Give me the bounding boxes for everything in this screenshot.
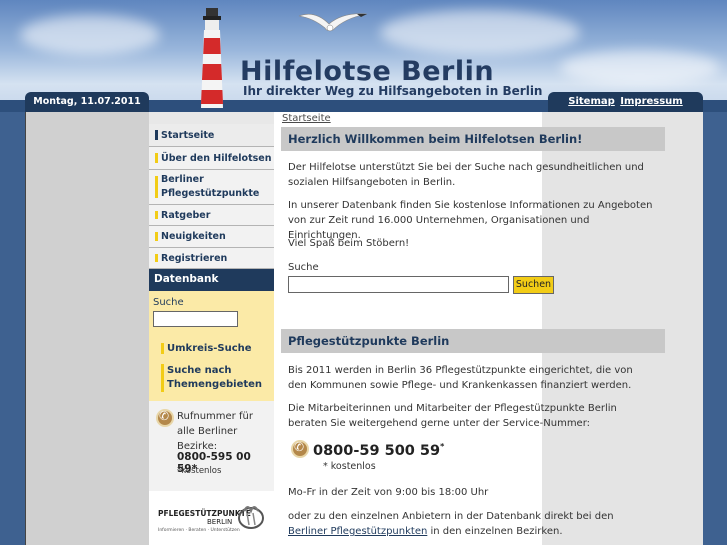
pflege-heading: Pflegestützpunkte Berlin: [281, 329, 665, 353]
nav-item-ratgeber[interactable]: Ratgeber: [149, 205, 274, 226]
phone-icon: [156, 409, 174, 427]
impressum-link[interactable]: Impressum: [620, 96, 682, 107]
themen-search-link[interactable]: Suche nach Themengebieten: [161, 364, 262, 392]
pflege-paragraph: Bis 2011 werden in Berlin 36 Pflegestütz…: [288, 365, 633, 391]
providers-text-end: in den einzelnen Bezirken.: [427, 526, 563, 537]
sitemap-link[interactable]: Sitemap: [568, 96, 615, 107]
umkreis-search-link[interactable]: Umkreis-Suche: [161, 343, 252, 354]
nav-item-startseite[interactable]: Startseite: [149, 124, 274, 147]
database-heading: Datenbank: [149, 269, 274, 291]
page-margin-right: [703, 112, 727, 545]
left-spacer-column: [26, 112, 149, 545]
pflegestuetzpunkte-link[interactable]: Berliner Pflegestützpunkten: [288, 526, 427, 537]
nav-item-registrieren[interactable]: Registrieren: [149, 248, 274, 269]
site-header: Hilfelotse Berlin Ihr direkter Weg zu Hi…: [0, 0, 727, 112]
service-phone-digits: 0800-59 500 59: [313, 443, 441, 459]
cloud: [560, 50, 720, 85]
providers-text: oder zu den einzelnen Anbietern in der D…: [288, 511, 614, 522]
staff-paragraph: Die Mitarbeiterinnen und Mitarbeiter der…: [288, 403, 617, 429]
main-search-input[interactable]: [288, 276, 509, 293]
top-links: Sitemap Impressum: [548, 92, 703, 112]
search-button[interactable]: Suchen: [513, 276, 554, 294]
service-phone-mark: *: [440, 442, 445, 451]
nav-item-ueber[interactable]: Über den Hilfelotsen: [149, 147, 274, 170]
phone-info-text: Rufnummer für alle Berliner Bezirke:: [177, 411, 253, 452]
logo-city-text: BERLIN: [207, 518, 233, 526]
providers-paragraph: oder zu den einzelnen Anbietern in der D…: [288, 509, 653, 539]
phone-icon: [291, 440, 309, 458]
nav-item-label: Startseite: [161, 130, 215, 141]
site-title: Hilfelotse Berlin: [240, 56, 495, 87]
nav-item-label: Ratgeber: [161, 210, 211, 221]
nav-item-label: Über den Hilfelotsen: [161, 153, 272, 164]
phone-info-box: Rufnummer für alle Berliner Bezirke: 080…: [149, 401, 274, 491]
service-phone-number: 0800-59 500 59*: [313, 442, 444, 459]
page-margin-left: [0, 112, 25, 545]
seagull-image: [298, 13, 368, 32]
database-search-label: Suche: [153, 297, 184, 308]
welcome-heading: Herzlich Willkommen beim Hilfelotsen Ber…: [281, 127, 665, 151]
date-display: Montag, 11.07.2011: [25, 92, 149, 112]
logo-tagline: Informieren · Beraten · Unterstützen: [158, 528, 240, 533]
nav-item-label: Neuigkeiten: [161, 231, 226, 242]
cloud: [20, 15, 160, 55]
intro-paragraph: Der Hilfelotse unterstützt Sie bei der S…: [288, 162, 644, 188]
site-subtitle: Ihr direkter Weg zu Hilfsangeboten in Be…: [243, 84, 543, 98]
phone-info-note: *kostenlos: [177, 466, 222, 476]
cloud: [380, 10, 580, 55]
service-phone-note: * kostenlos: [323, 461, 376, 472]
nav-item-pflegestuetzpunkte[interactable]: Berliner Pflegestützpunkte: [149, 170, 274, 205]
pflegestuetzpunkte-logo[interactable]: PFLEGESTÜTZPUNKTE BERLIN Informieren · B…: [149, 491, 274, 545]
nav-item-neuigkeiten[interactable]: Neuigkeiten: [149, 226, 274, 248]
main-search-label: Suche: [288, 262, 319, 273]
breadcrumb[interactable]: Startseite: [282, 113, 331, 124]
database-search-input[interactable]: [153, 311, 238, 327]
hours-text: Mo-Fr in der Zeit von 9:00 bis 18:00 Uhr: [288, 487, 489, 498]
logo-hands-icon: [238, 506, 264, 529]
nav-item-label: Registrieren: [161, 253, 228, 264]
database-panel: Suche Umkreis-Suche Suche nach Themengeb…: [149, 291, 274, 401]
lighthouse-image: [201, 8, 223, 108]
nav-item-label: Berliner Pflegestützpunkte: [161, 174, 260, 199]
enjoy-paragraph: Viel Spaß beim Stöbern!: [288, 238, 410, 249]
